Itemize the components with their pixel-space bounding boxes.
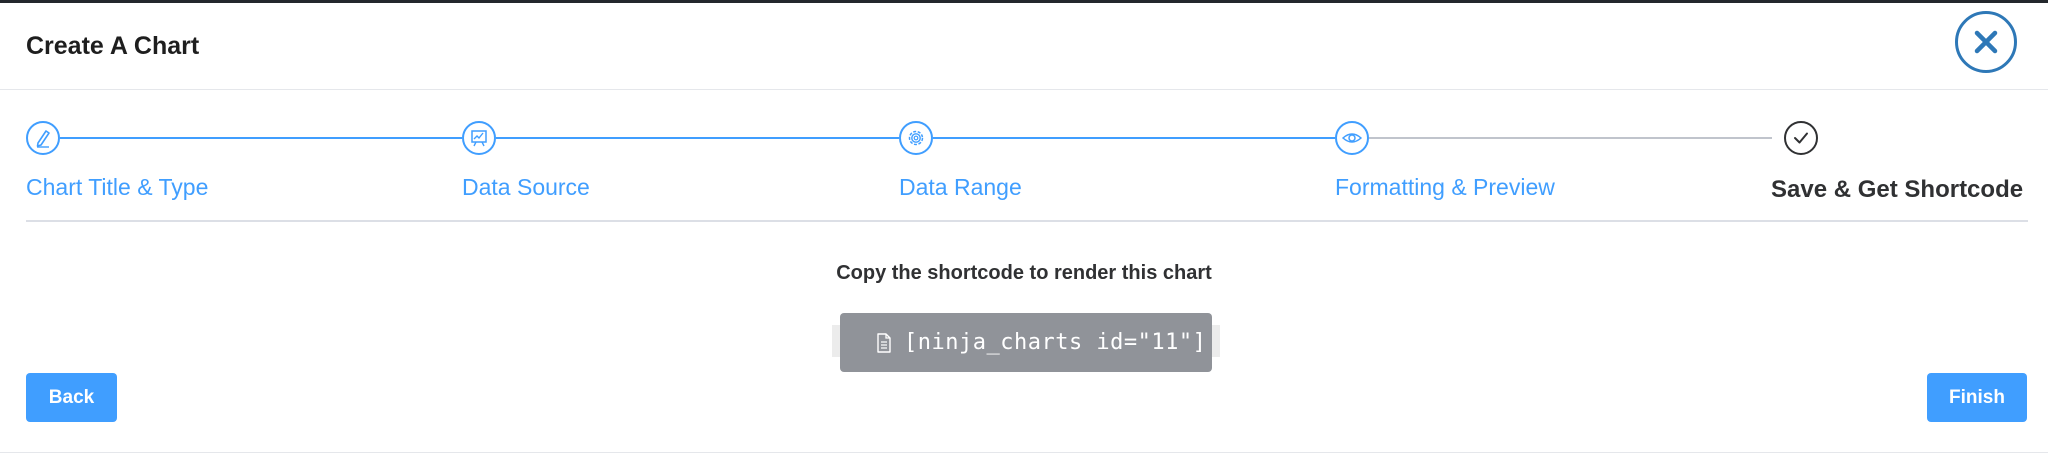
copy-instructions: Copy the shortcode to render this chart <box>836 262 1212 284</box>
check-circle-icon <box>1794 132 1808 144</box>
back-button[interactable]: Back <box>26 373 117 422</box>
step-connector <box>933 137 1335 139</box>
step-label-formatting-preview[interactable]: Formatting & Preview <box>1335 172 1555 202</box>
step-2-indicator[interactable] <box>462 121 496 155</box>
pencil-icon <box>36 130 50 148</box>
step-3-indicator[interactable] <box>899 121 933 155</box>
steps-divider <box>26 220 2028 222</box>
close-icon <box>1974 30 1998 54</box>
step-label-chart-title-type[interactable]: Chart Title & Type <box>26 172 208 202</box>
dialog-header: Create A Chart <box>0 3 2048 90</box>
step-label-data-range[interactable]: Data Range <box>899 172 1022 202</box>
document-icon <box>877 332 891 353</box>
step-connector <box>60 137 462 139</box>
step-connector <box>496 137 899 139</box>
eye-icon <box>1341 133 1363 143</box>
finish-button[interactable]: Finish <box>1927 373 2027 422</box>
step-label-data-source[interactable]: Data Source <box>462 172 590 202</box>
gear-icon <box>908 130 924 146</box>
step-label-save-get-shortcode[interactable]: Save & Get Shortcode <box>1771 175 2023 205</box>
shortcode-text: [ninja_charts id="11"] <box>904 330 1207 355</box>
dialog-title: Create A Chart <box>26 32 200 60</box>
presentation-chart-icon <box>471 130 487 147</box>
steps-progress: Chart Title & Type Data Source Data Rang… <box>0 90 2048 222</box>
step-5-indicator[interactable] <box>1784 121 1818 155</box>
close-button[interactable] <box>1955 11 2017 73</box>
step-connector <box>1369 137 1772 139</box>
step-4-indicator[interactable] <box>1335 121 1369 155</box>
step-1-indicator[interactable] <box>26 121 60 155</box>
shortcode-copy-button[interactable]: [ninja_charts id="11"] <box>840 313 1212 372</box>
create-chart-dialog: Create A Chart Chart Title & Type Data S… <box>0 0 2048 453</box>
